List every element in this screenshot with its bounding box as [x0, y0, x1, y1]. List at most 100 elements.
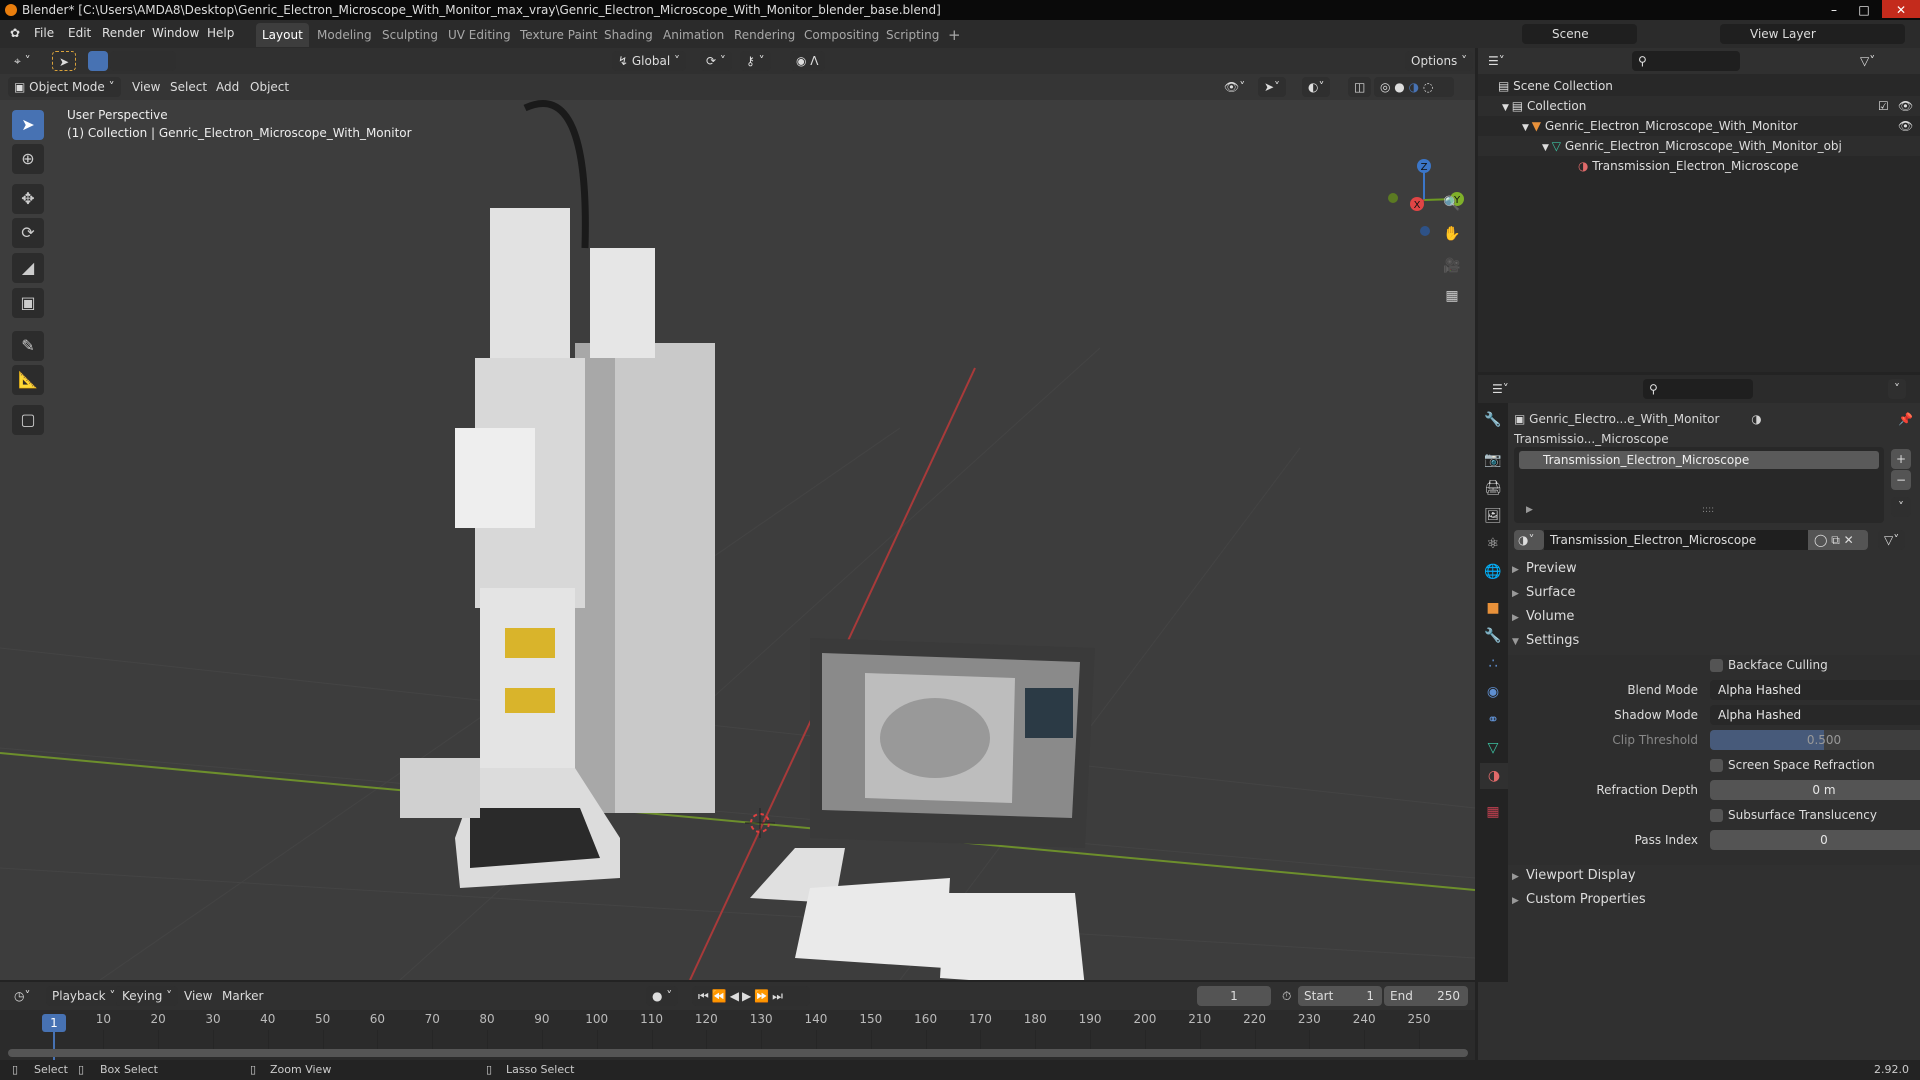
tab-texture-paint[interactable]: Texture Paint — [514, 23, 603, 47]
outliner-item-scene-collection[interactable]: ▤ Scene Collection — [1478, 76, 1920, 96]
view-layer-tab-icon[interactable]: 🖼 — [1480, 503, 1506, 529]
transform-tool[interactable]: ▣ — [12, 288, 44, 318]
pan-view-icon[interactable]: ✋ — [1440, 222, 1464, 246]
tab-sculpting[interactable]: Sculpting — [376, 23, 444, 47]
snap-button[interactable]: ⚷ ˅ — [740, 51, 771, 71]
annotate-tool[interactable]: ✎ — [12, 331, 44, 361]
panel-viewport-display[interactable]: ▶ Viewport Display — [1512, 865, 1912, 887]
stopwatch-icon[interactable]: ⏱ — [1276, 986, 1297, 1006]
material-tab-icon[interactable]: ◑ — [1480, 763, 1508, 789]
outliner-item-mesh[interactable]: ▼ ▽ Genric_Electron_Microscope_With_Moni… — [1478, 136, 1920, 156]
tab-animation[interactable]: Animation — [657, 23, 730, 47]
cursor-tool[interactable]: ⊕ — [12, 144, 44, 174]
visibility-icon[interactable]: 👁˅ — [1218, 77, 1251, 97]
end-frame-field[interactable]: End 250 — [1384, 986, 1468, 1006]
output-tab-icon[interactable]: 🖨 — [1480, 475, 1506, 501]
pass-index-field[interactable]: 0 — [1710, 830, 1920, 850]
tab-layout[interactable]: Layout — [256, 23, 309, 47]
object-mode-dropdown[interactable]: ▣ Object Mode ˅ — [8, 77, 121, 97]
select-box-tool[interactable]: ➤ — [12, 110, 44, 140]
physics-tab-icon[interactable]: ◉ — [1480, 679, 1506, 705]
editor-type-button[interactable]: ◷˅ — [8, 986, 36, 1006]
move-tool[interactable]: ✥ — [12, 184, 44, 214]
material-fake-user-copy-unlink-buttons[interactable]: ◯ ⧉ ✕ — [1808, 530, 1868, 550]
eye-icon[interactable]: 👁 — [1898, 96, 1913, 116]
marker-menu[interactable]: Marker — [216, 986, 269, 1006]
menu-file[interactable]: File — [34, 26, 54, 40]
tab-scripting[interactable]: Scripting — [880, 23, 945, 47]
menu-edit[interactable]: Edit — [68, 26, 91, 40]
modifier-tab-icon[interactable]: 🔧 — [1480, 623, 1506, 649]
overlay-toggle-button[interactable]: ◐˅ — [1302, 77, 1331, 97]
panel-preview[interactable]: ▶ Preview — [1512, 558, 1912, 580]
playback-menu[interactable]: Playback ˅ — [46, 986, 122, 1006]
xray-toggle-button[interactable]: ◫ — [1348, 77, 1372, 97]
tab-modeling[interactable]: Modeling — [311, 23, 378, 47]
menu-view[interactable]: View — [126, 77, 166, 97]
selection-mode-buttons[interactable] — [110, 51, 176, 71]
options-dropdown[interactable]: Options ˅ — [1405, 51, 1474, 71]
tab-uv-editing[interactable]: UV Editing — [442, 23, 517, 47]
remove-slot-button[interactable]: − — [1891, 470, 1911, 490]
blender-menu-icon[interactable]: ✿ — [10, 26, 20, 40]
editor-type-button[interactable]: ⌖ ˅ — [8, 51, 37, 71]
link-dropdown[interactable]: ▽˅ — [1878, 530, 1906, 550]
camera-view-icon[interactable]: 🎥 — [1440, 254, 1464, 278]
menu-add[interactable]: Add — [210, 77, 245, 97]
menu-select[interactable]: Select — [164, 77, 213, 97]
subsurface-translucency-checkbox[interactable] — [1710, 809, 1723, 822]
eye-icon[interactable]: 👁 — [1898, 116, 1913, 136]
add-workspace-button[interactable]: + — [942, 23, 967, 47]
start-frame-field[interactable]: Start 1 — [1298, 986, 1382, 1006]
minimize-button[interactable]: – — [1820, 0, 1848, 18]
outliner-search-input[interactable]: ⚲ — [1632, 51, 1740, 71]
panel-volume[interactable]: ▶ Volume — [1512, 606, 1912, 628]
zoom-view-icon[interactable]: 🔍 — [1440, 192, 1464, 216]
menu-object[interactable]: Object — [244, 77, 295, 97]
material-slot-item[interactable]: Transmission_Electron_Microscope — [1519, 451, 1879, 469]
panel-custom-properties[interactable]: ▶ Custom Properties — [1512, 889, 1912, 911]
maximize-button[interactable]: □ — [1850, 0, 1878, 18]
outliner-item-collection[interactable]: ▼ ▤ Collection ☑ 👁 — [1478, 96, 1920, 116]
rotate-tool[interactable]: ⟳ — [12, 218, 44, 248]
clip-threshold-slider[interactable]: 0.500 — [1710, 730, 1920, 750]
3d-viewport[interactable]: ⌖ ˅ ➤ ↯ Global ˅ ⟳ ˅ ⚷ ˅ ◉ Λ Options ˅ ▣… — [0, 48, 1475, 980]
tab-compositing[interactable]: Compositing — [798, 23, 885, 47]
backface-culling-checkbox[interactable] — [1710, 659, 1723, 672]
scene-selector[interactable]: Scene — [1522, 24, 1637, 44]
texture-tab-icon[interactable]: ▦ — [1480, 799, 1506, 825]
particles-tab-icon[interactable]: ∴ — [1480, 651, 1506, 677]
menu-help[interactable]: Help — [207, 26, 234, 40]
transform-orientation-dropdown[interactable]: ↯ Global ˅ — [612, 51, 686, 71]
data-tab-icon[interactable]: ▽ — [1480, 735, 1506, 761]
timeline-scrollbar[interactable] — [8, 1049, 1468, 1057]
shading-mode-buttons[interactable]: ◎ ● ◑ ◌ — [1374, 77, 1454, 97]
playhead[interactable]: 1 — [42, 1014, 66, 1032]
add-cube-tool[interactable]: ▢ — [12, 405, 44, 435]
scale-tool[interactable]: ◢ — [12, 253, 44, 283]
tool-tab-icon[interactable]: 🔧 — [1480, 407, 1506, 433]
gizmo-toggle-button[interactable]: ➤˅ — [1258, 77, 1287, 97]
browse-material-button[interactable]: ◑˅ — [1514, 530, 1544, 550]
exclude-checkbox[interactable]: ☑ — [1878, 96, 1889, 116]
keying-menu[interactable]: Keying ˅ — [116, 986, 179, 1006]
pin-icon[interactable]: 📌 — [1898, 409, 1913, 429]
menu-window[interactable]: Window — [152, 26, 199, 40]
properties-search-input[interactable]: ⚲ — [1643, 379, 1753, 399]
render-tab-icon[interactable]: 📷 — [1480, 447, 1506, 473]
outliner-item-object[interactable]: ▼ ▼ Genric_Electron_Microscope_With_Moni… — [1478, 116, 1920, 136]
menu-render[interactable]: Render — [102, 26, 145, 40]
resize-handle[interactable]: :::: — [1702, 505, 1714, 515]
material-name-field[interactable]: Transmission_Electron_Microscope — [1544, 530, 1808, 550]
scene-tab-icon[interactable]: ⚛ — [1480, 531, 1506, 557]
screen-space-refraction-checkbox[interactable] — [1710, 759, 1723, 772]
expand-arrow-icon[interactable]: ▶ — [1526, 505, 1533, 515]
close-button[interactable]: ✕ — [1882, 0, 1920, 18]
panel-settings[interactable]: ▼ Settings — [1512, 630, 1912, 652]
constraints-tab-icon[interactable]: ⚭ — [1480, 707, 1506, 733]
select-tool-button[interactable]: ➤ — [52, 51, 77, 71]
measure-tool[interactable]: 📐 — [12, 365, 44, 395]
mode-new-button[interactable] — [88, 51, 108, 71]
outliner-item-material[interactable]: ◑ Transmission_Electron_Microscope — [1478, 156, 1920, 176]
tab-shading[interactable]: Shading — [598, 23, 659, 47]
